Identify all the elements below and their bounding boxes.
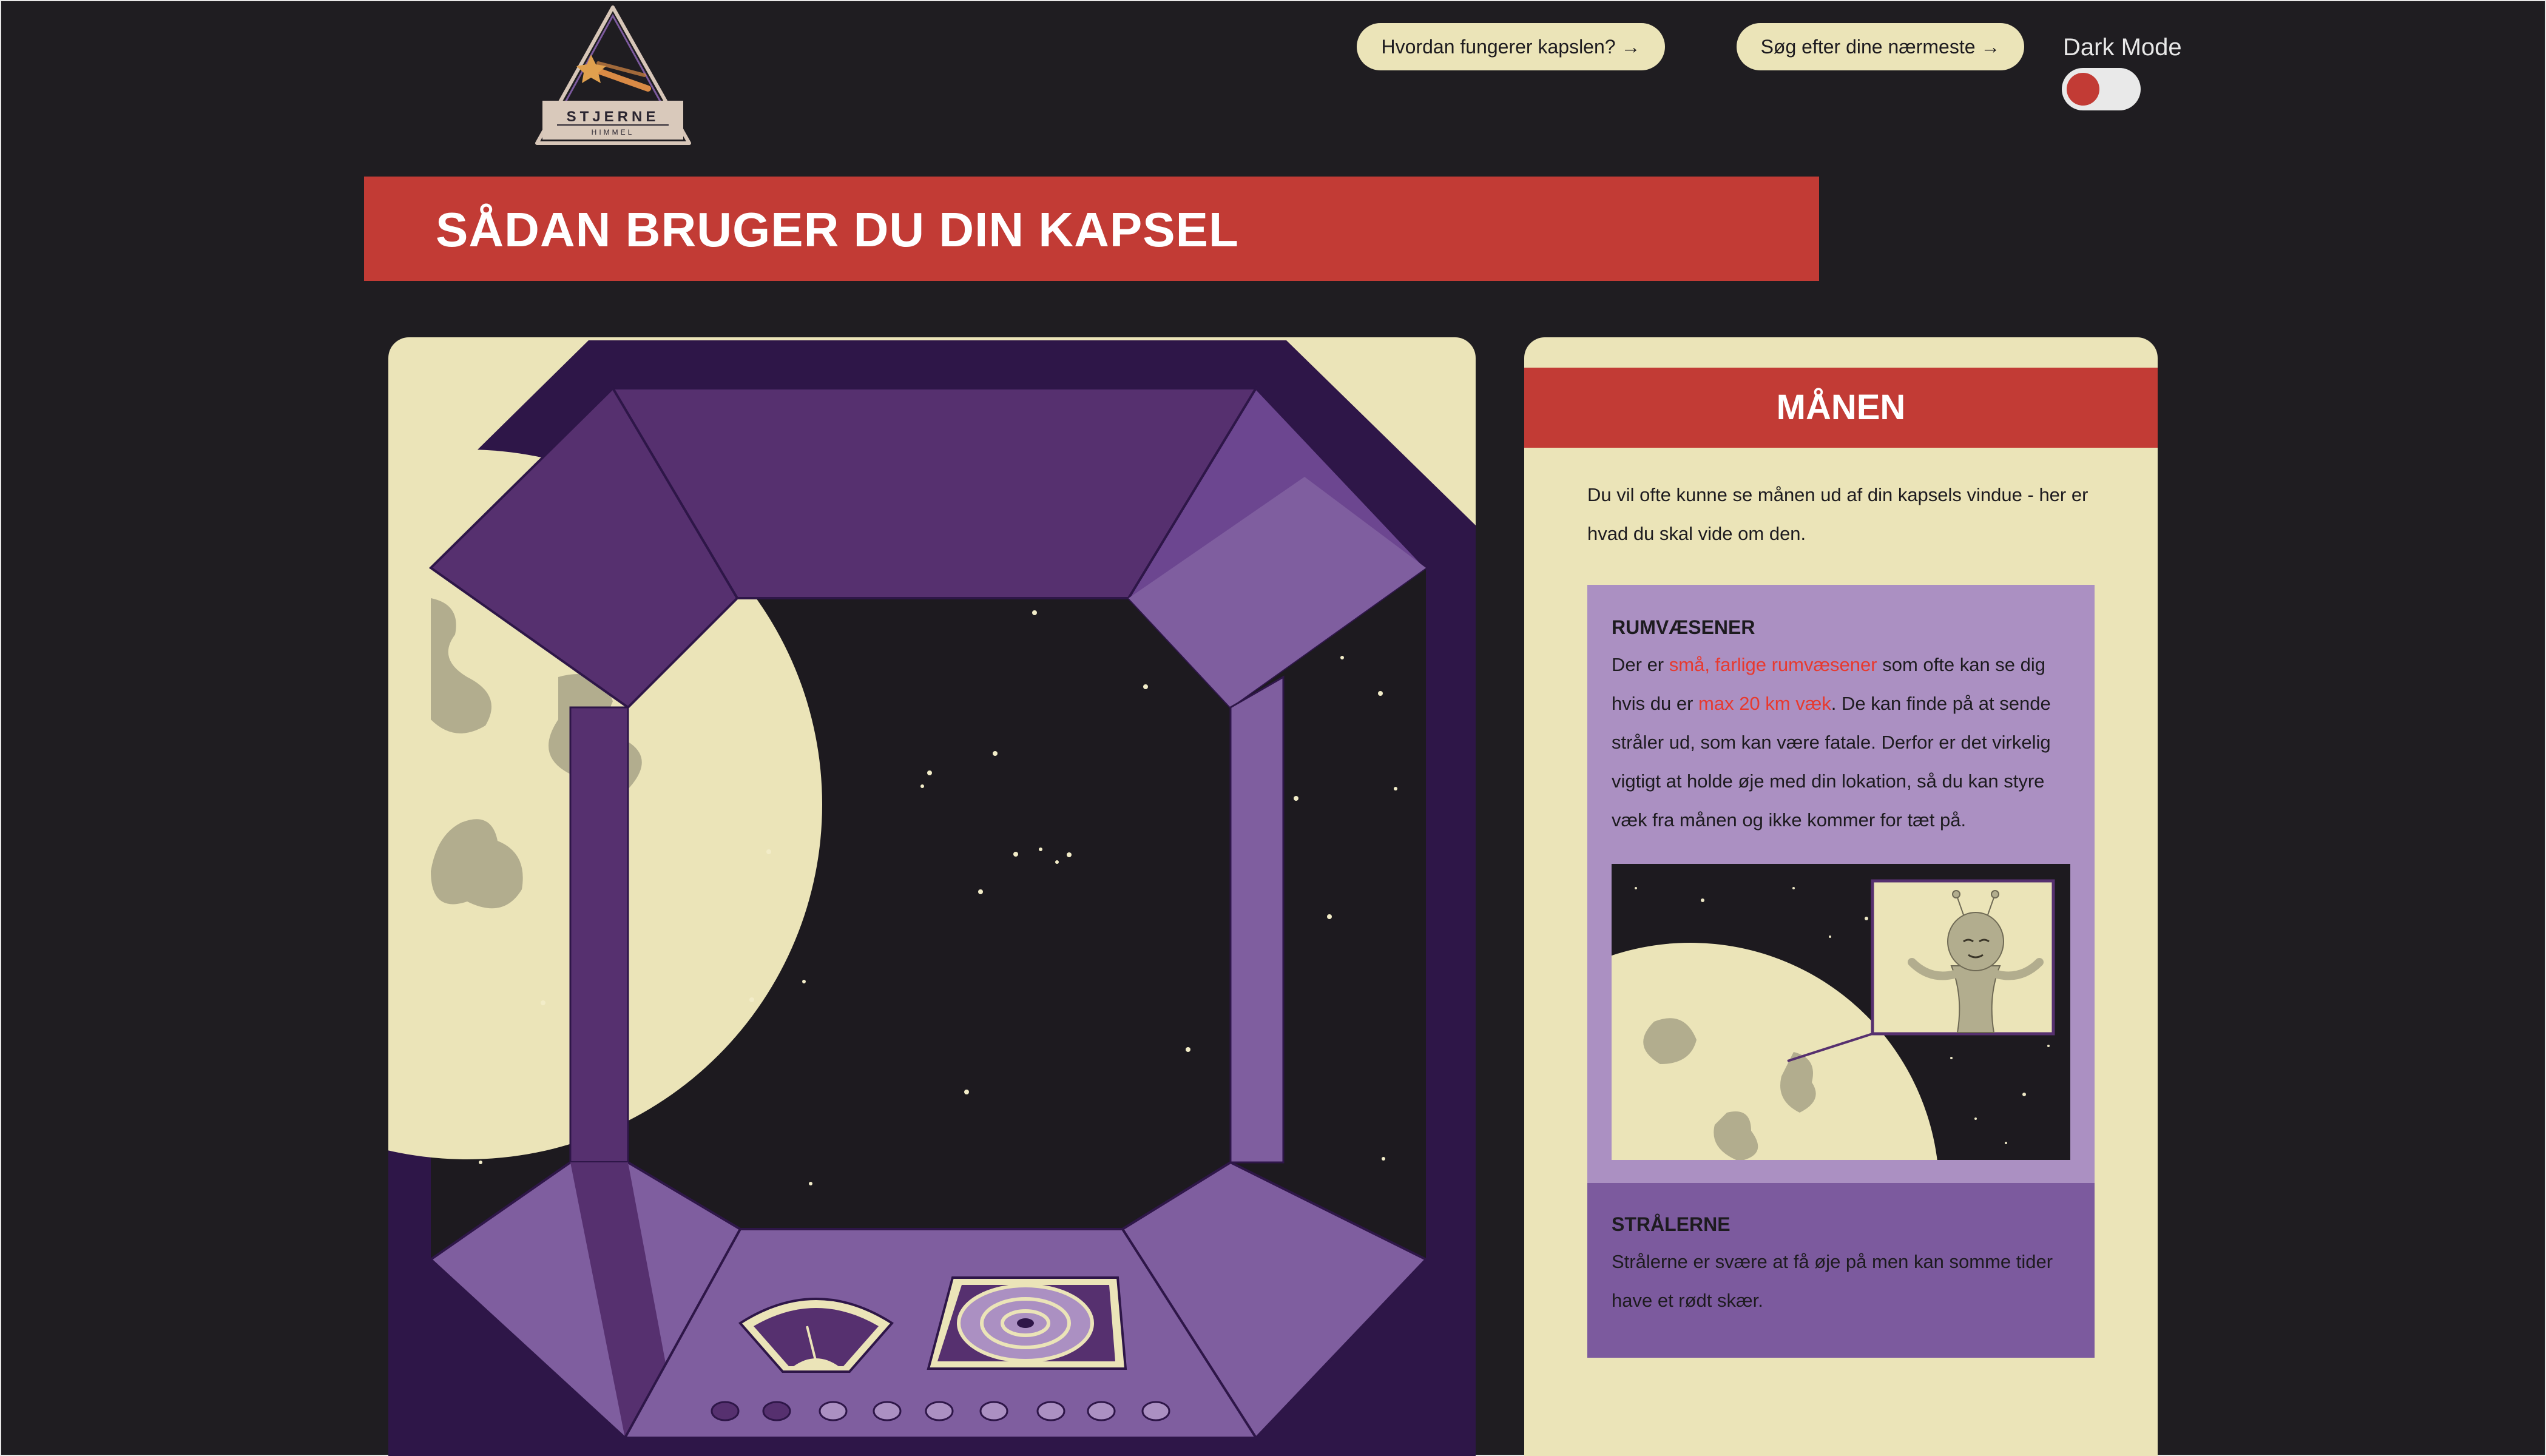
info-intro-text: Du vil ofte kunne se månen ud af din kap…: [1587, 484, 2088, 544]
aliens-section: RUMVÆSENER Der er små, farlige rumvæsene…: [1587, 585, 2095, 1191]
page-title: SÅDAN BRUGER DU DIN KAPSEL: [436, 203, 1239, 257]
page-title-banner: SÅDAN BRUGER DU DIN KAPSEL: [364, 177, 1819, 281]
aliens-heading: RUMVÆSENER: [1612, 616, 1755, 638]
rays-heading: STRÅLERNE: [1612, 1213, 1731, 1235]
dark-mode-toggle[interactable]: [2062, 68, 2141, 110]
radar-screen-icon: [927, 1276, 1127, 1370]
capsule-illustration-card: [388, 337, 1476, 1456]
aliens-highlight-distance: max 20 km væk: [1698, 693, 1831, 714]
stjerne-himmel-logo[interactable]: STJERNE HIMMEL: [533, 4, 694, 147]
toggle-knob: [2067, 73, 2099, 106]
alien-on-moon-illustration: [1612, 864, 2070, 1160]
info-card-header: MÅNEN: [1524, 368, 2158, 448]
logo-name: STJERNE: [567, 109, 660, 125]
info-card-title: MÅNEN: [1776, 388, 1906, 427]
rays-section: STRÅLERNE Strålerne er svære at få øje p…: [1587, 1183, 2095, 1358]
aliens-text-part-1: Der er: [1612, 654, 1669, 675]
dark-mode-label: Dark Mode: [2063, 34, 2182, 61]
aliens-highlight-small-dangerous: små, farlige rumvæsener: [1669, 654, 1877, 675]
capsule-window-illustration: [388, 340, 1476, 1456]
how-it-works-button[interactable]: Hvordan fungerer kapslen? →: [1357, 23, 1665, 70]
control-buttons: [711, 1401, 1170, 1421]
aliens-text: Der er små, farlige rumvæsener som ofte …: [1612, 645, 2079, 840]
rays-text: Strålerne er svære at få øje på men kan …: [1612, 1251, 2053, 1311]
logo-sub: HIMMEL: [592, 128, 635, 136]
search-nearest-button[interactable]: Søg efter dine nærmeste →: [1737, 23, 2024, 70]
moon-info-card: MÅNEN Du vil ofte kunne se månen ud af d…: [1524, 337, 2158, 1456]
